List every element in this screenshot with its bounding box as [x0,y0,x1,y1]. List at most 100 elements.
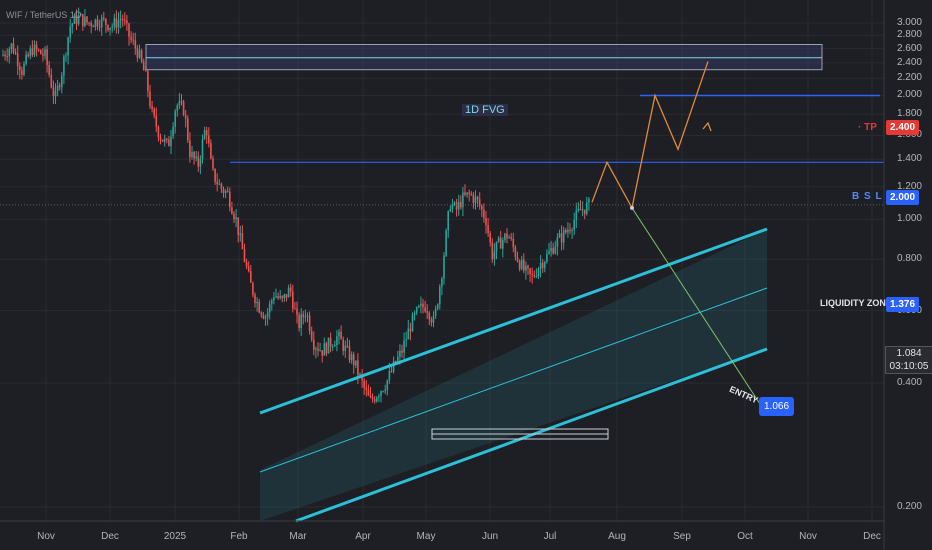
candle-body [317,348,319,351]
candle-body [575,210,578,220]
candle-countdown: 03:10:05 [889,361,929,372]
candle-body [428,312,431,320]
candle-body [44,49,46,56]
candle-body [48,64,50,75]
candle-body [52,87,55,97]
candle-body [407,328,410,340]
symbol-title: WIF / TetherUS 1D [6,10,82,20]
candle-body [430,319,433,323]
price-tick-label: 2.400 [896,56,922,68]
candle-body [583,209,586,214]
candle-body [386,380,389,390]
candle-body [142,61,145,71]
tp-price-tag: 2.400 [886,120,920,135]
candle-body [512,238,515,248]
candle-body [208,135,210,144]
candle-body [241,233,244,250]
candle-body [487,225,489,234]
candle-body [424,307,426,312]
candle-body [166,138,168,140]
candle-body [94,19,97,27]
candle-body [105,18,107,25]
candle-body [365,387,368,390]
candle-body [384,389,386,392]
candle-body [292,291,294,309]
chart-background [0,0,932,550]
candle-body [541,262,544,268]
candle-body [560,233,563,243]
candle-body [134,40,137,49]
candle-body [285,294,288,298]
candle-body [443,255,445,279]
candle-body [214,168,216,182]
candle-body [201,139,204,159]
candle-body [373,399,376,402]
bsl-label: B S L [852,191,883,202]
candle-body [367,389,370,396]
candle-body [88,22,90,24]
candle-body [21,70,23,75]
candle-body [174,111,176,127]
candle-body [10,43,13,50]
candle-body [250,271,252,283]
candle-body [191,152,193,158]
candle-body [321,350,323,356]
candle-body [54,91,57,97]
candle-body [470,193,473,195]
candle-body [310,331,313,340]
candle-body [579,208,582,211]
candle-body [453,202,456,205]
candle-body [109,27,111,31]
candle-body [451,204,454,210]
candle-body [331,346,334,348]
candle-body [581,209,584,211]
candle-body [264,317,267,319]
candle-body [176,105,179,112]
candle-body [464,192,466,195]
candle-body [586,202,588,214]
price-tick-label: 2.800 [896,29,922,41]
candle-body [523,259,525,271]
candle-body [98,26,101,28]
candle-body [535,275,538,277]
time-tick-label: Jun [481,531,499,542]
candle-body [180,101,183,103]
candle-body [460,201,462,208]
candle-body [531,273,533,276]
candle-body [96,19,99,27]
candle-body [271,300,273,304]
candle-body [119,18,122,21]
candle-body [42,54,44,56]
candle-body [224,191,227,193]
candle-body [195,156,197,159]
candle-body [422,303,424,308]
candle-body [447,211,449,231]
candle-body [403,340,405,353]
candle-body [149,91,151,107]
candle-body [308,315,311,332]
candle-body [319,350,321,352]
candle-body [514,247,517,258]
candle-body [426,311,428,313]
candle-body [218,183,221,185]
time-tick-label: Nov [37,531,55,542]
candle-body [61,75,63,88]
price-tick-label: 2.000 [896,89,922,101]
time-tick-label: Dec [863,531,881,542]
candle-body [436,304,439,309]
candle-body [445,230,447,256]
candle-body [16,53,19,67]
price-tick-label: 1.400 [896,153,922,165]
candle-body [409,328,412,332]
candle-body [107,24,109,31]
candle-body [222,188,225,193]
candle-body [390,371,393,373]
price-chart[interactable] [0,0,932,550]
candle-body [8,49,11,57]
candle-body [552,248,554,254]
candle-body [546,253,548,263]
candle-body [212,158,214,169]
candle-body [266,312,269,318]
candle-body [151,106,153,109]
candle-body [245,261,248,267]
